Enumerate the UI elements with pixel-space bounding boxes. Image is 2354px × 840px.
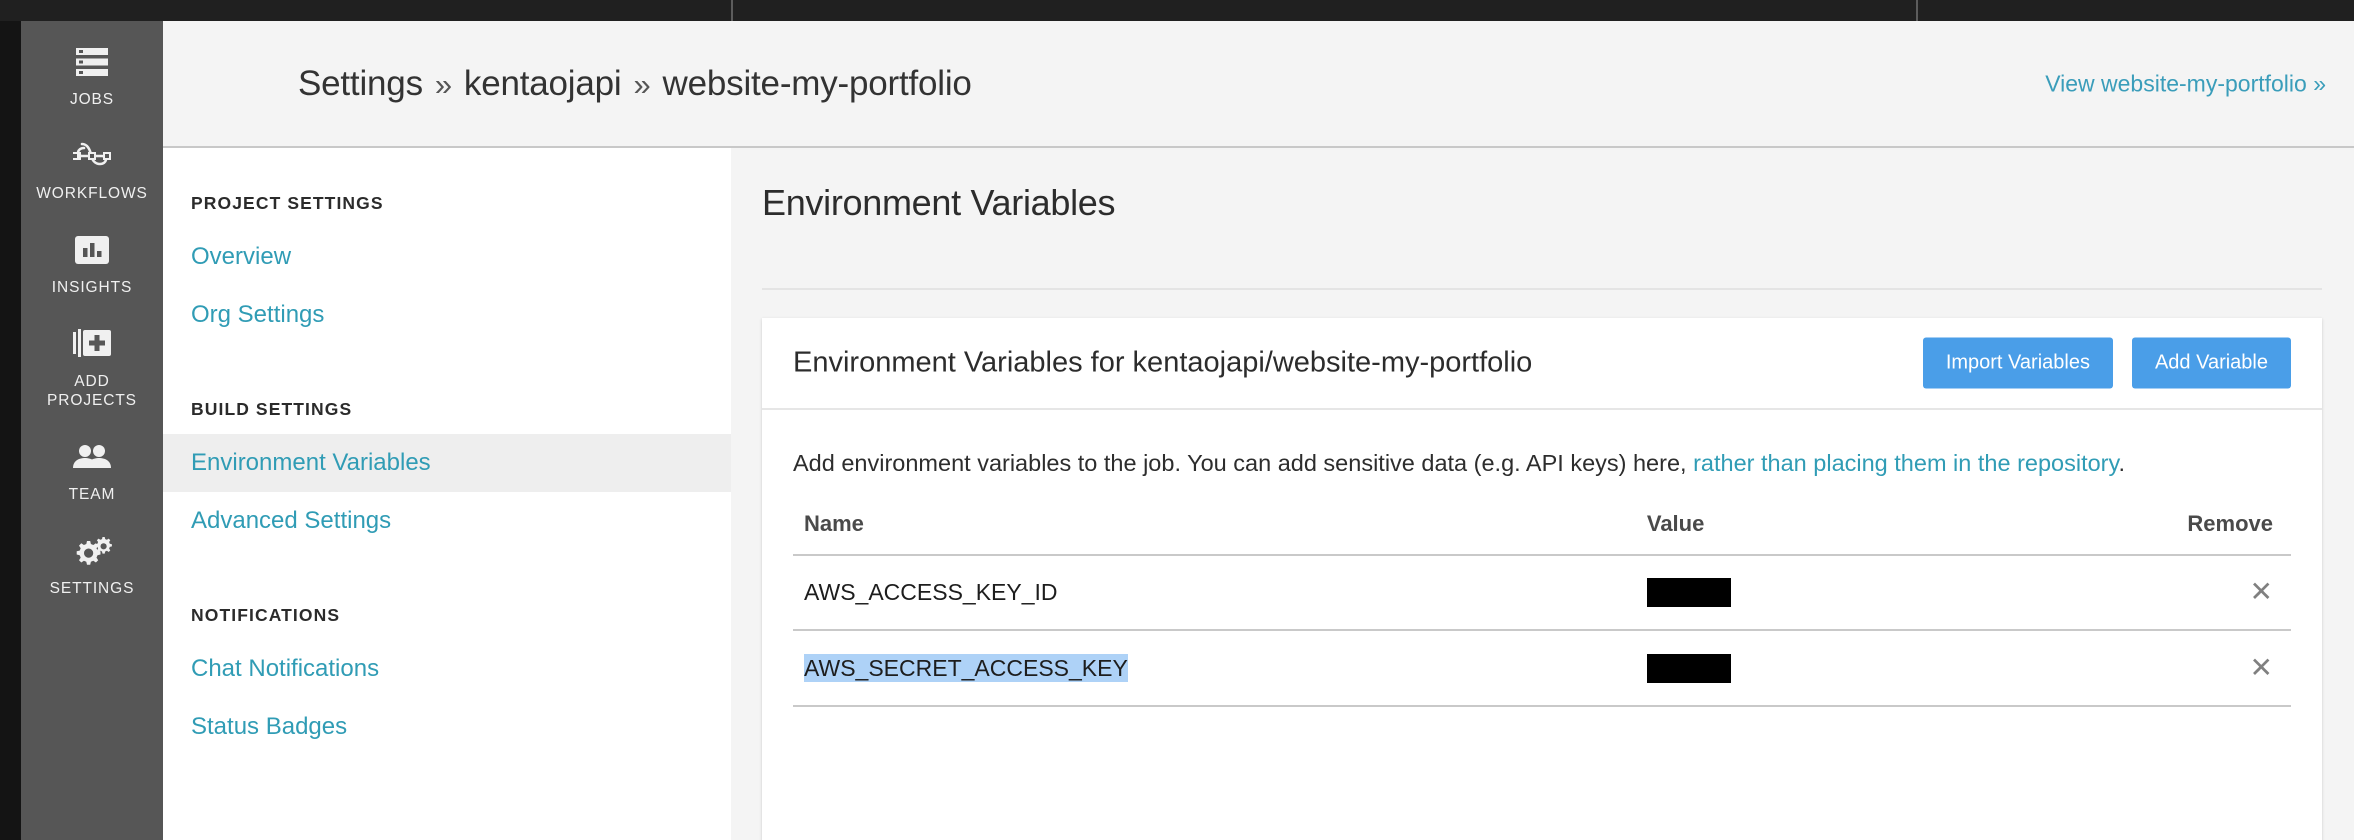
add-project-icon <box>69 325 115 363</box>
sidebar-item-jobs[interactable]: JOBS <box>21 29 163 123</box>
column-header-name: Name <box>793 511 1647 556</box>
import-variables-button[interactable]: Import Variables <box>1922 337 2113 389</box>
browser-chrome-bar <box>0 0 2354 21</box>
settings-nav-item-status-badges[interactable]: Status Badges <box>163 698 731 756</box>
add-variable-button[interactable]: Add Variable <box>2131 337 2291 389</box>
workflows-icon <box>69 137 115 175</box>
sidebar-item-team[interactable]: TEAM <box>21 424 163 518</box>
env-var-value <box>1646 555 2097 632</box>
left-dark-rail <box>0 21 21 840</box>
page-header: Settings » kentaojapi » website-my-portfolio… <box>163 21 2354 148</box>
env-var-value <box>1646 630 2097 707</box>
sidebar-item-insights[interactable]: INSIGHTS <box>21 217 163 311</box>
card-body: Add environment variables to the job. Yo… <box>762 410 2322 707</box>
env-var-remove-cell: ✕ <box>2096 555 2291 632</box>
breadcrumb-settings[interactable]: Settings <box>298 64 423 103</box>
card-header: Environment Variables for kentaojapi/web… <box>762 318 2322 410</box>
people-icon <box>69 438 115 476</box>
close-icon[interactable]: ✕ <box>2250 653 2273 682</box>
description-text-after: . <box>2118 450 2126 476</box>
table-row: AWS_SECRET_ACCESS_KEY ✕ <box>793 630 2291 707</box>
breadcrumb-org[interactable]: kentaojapi <box>464 64 622 103</box>
card-title: Environment Variables for kentaojapi/web… <box>793 346 1533 379</box>
nav-section-heading-notifications: NOTIFICATIONS <box>191 605 341 625</box>
table-row: AWS_ACCESS_KEY_ID ✕ <box>793 555 2291 632</box>
sidebar-item-label: INSIGHTS <box>51 279 133 296</box>
breadcrumb-separator: » <box>434 66 452 102</box>
breadcrumb: Settings » kentaojapi » website-my-portfolio <box>298 64 972 104</box>
page-title: Environment Variables <box>762 182 1116 223</box>
view-project-link[interactable]: View website-my-portfolio » <box>2045 70 2326 97</box>
list-icon <box>69 43 115 81</box>
sidebar-item-label: TEAM <box>68 486 116 503</box>
nav-section-heading-build-settings: BUILD SETTINGS <box>191 399 353 419</box>
settings-nav: PROJECT SETTINGS Overview Org Settings B… <box>163 148 731 840</box>
breadcrumb-separator: » <box>633 66 651 102</box>
redacted-value <box>1646 578 1731 608</box>
sidebar-item-label: SETTINGS <box>49 580 135 597</box>
sidebar-item-workflows[interactable]: WORKFLOWS <box>21 123 163 217</box>
breadcrumb-project[interactable]: website-my-portfolio <box>663 64 972 103</box>
main-sidebar: JOBS WORKFLOWS INSIGHTS ADD PROJECTS TEA… <box>21 21 163 840</box>
close-icon[interactable]: ✕ <box>2250 578 2273 606</box>
sidebar-item-label: WORKFLOWS <box>36 185 148 202</box>
env-var-remove-cell: ✕ <box>2096 630 2291 707</box>
table-header-row: Name Value Remove <box>793 511 2291 556</box>
app-screen: JOBS WORKFLOWS INSIGHTS ADD PROJECTS TEA… <box>0 0 2354 840</box>
env-var-name: AWS_SECRET_ACCESS_KEY <box>793 630 1647 707</box>
settings-nav-item-environment-variables[interactable]: Environment Variables <box>163 434 731 492</box>
card-actions: Import Variables Add Variable <box>1922 337 2291 389</box>
redacted-value <box>1646 653 1731 683</box>
chrome-separator-right <box>1916 0 1918 21</box>
selected-text: AWS_SECRET_ACCESS_KEY <box>804 653 1128 682</box>
main-content: Environment Variables Environment Variab… <box>731 148 2354 840</box>
sidebar-item-add-projects[interactable]: ADD PROJECTS <box>21 311 163 424</box>
nav-section-heading-project-settings: PROJECT SETTINGS <box>191 193 384 213</box>
column-header-value: Value <box>1646 511 2097 556</box>
sidebar-item-label: ADD PROJECTS <box>47 373 137 409</box>
column-header-remove: Remove <box>2096 511 2291 556</box>
settings-nav-item-org-settings[interactable]: Org Settings <box>163 286 731 344</box>
table-body: AWS_ACCESS_KEY_ID ✕ AWS_SECRET_ACCESS_KE… <box>793 555 2291 707</box>
chrome-separator-left <box>731 0 733 21</box>
sidebar-item-label: JOBS <box>69 91 115 108</box>
table-head: Name Value Remove <box>793 511 2291 556</box>
settings-nav-item-advanced-settings[interactable]: Advanced Settings <box>163 492 731 550</box>
env-var-name: AWS_ACCESS_KEY_ID <box>793 555 1647 632</box>
description-text-before: Add environment variables to the job. Yo… <box>793 450 1694 476</box>
settings-nav-item-overview[interactable]: Overview <box>163 228 731 286</box>
gears-icon <box>69 532 115 570</box>
env-vars-card: Environment Variables for kentaojapi/web… <box>762 318 2322 840</box>
sidebar-item-settings[interactable]: SETTINGS <box>21 518 163 612</box>
repository-policy-link[interactable]: rather than placing them in the reposito… <box>1693 450 2118 476</box>
title-divider <box>762 288 2322 290</box>
settings-nav-item-chat-notifications[interactable]: Chat Notifications <box>163 640 731 698</box>
card-description: Add environment variables to the job. Yo… <box>793 442 2291 484</box>
chart-icon <box>69 231 115 269</box>
env-vars-table: Name Value Remove AWS_ACCESS_KEY_ID ✕ AW… <box>793 511 2291 707</box>
